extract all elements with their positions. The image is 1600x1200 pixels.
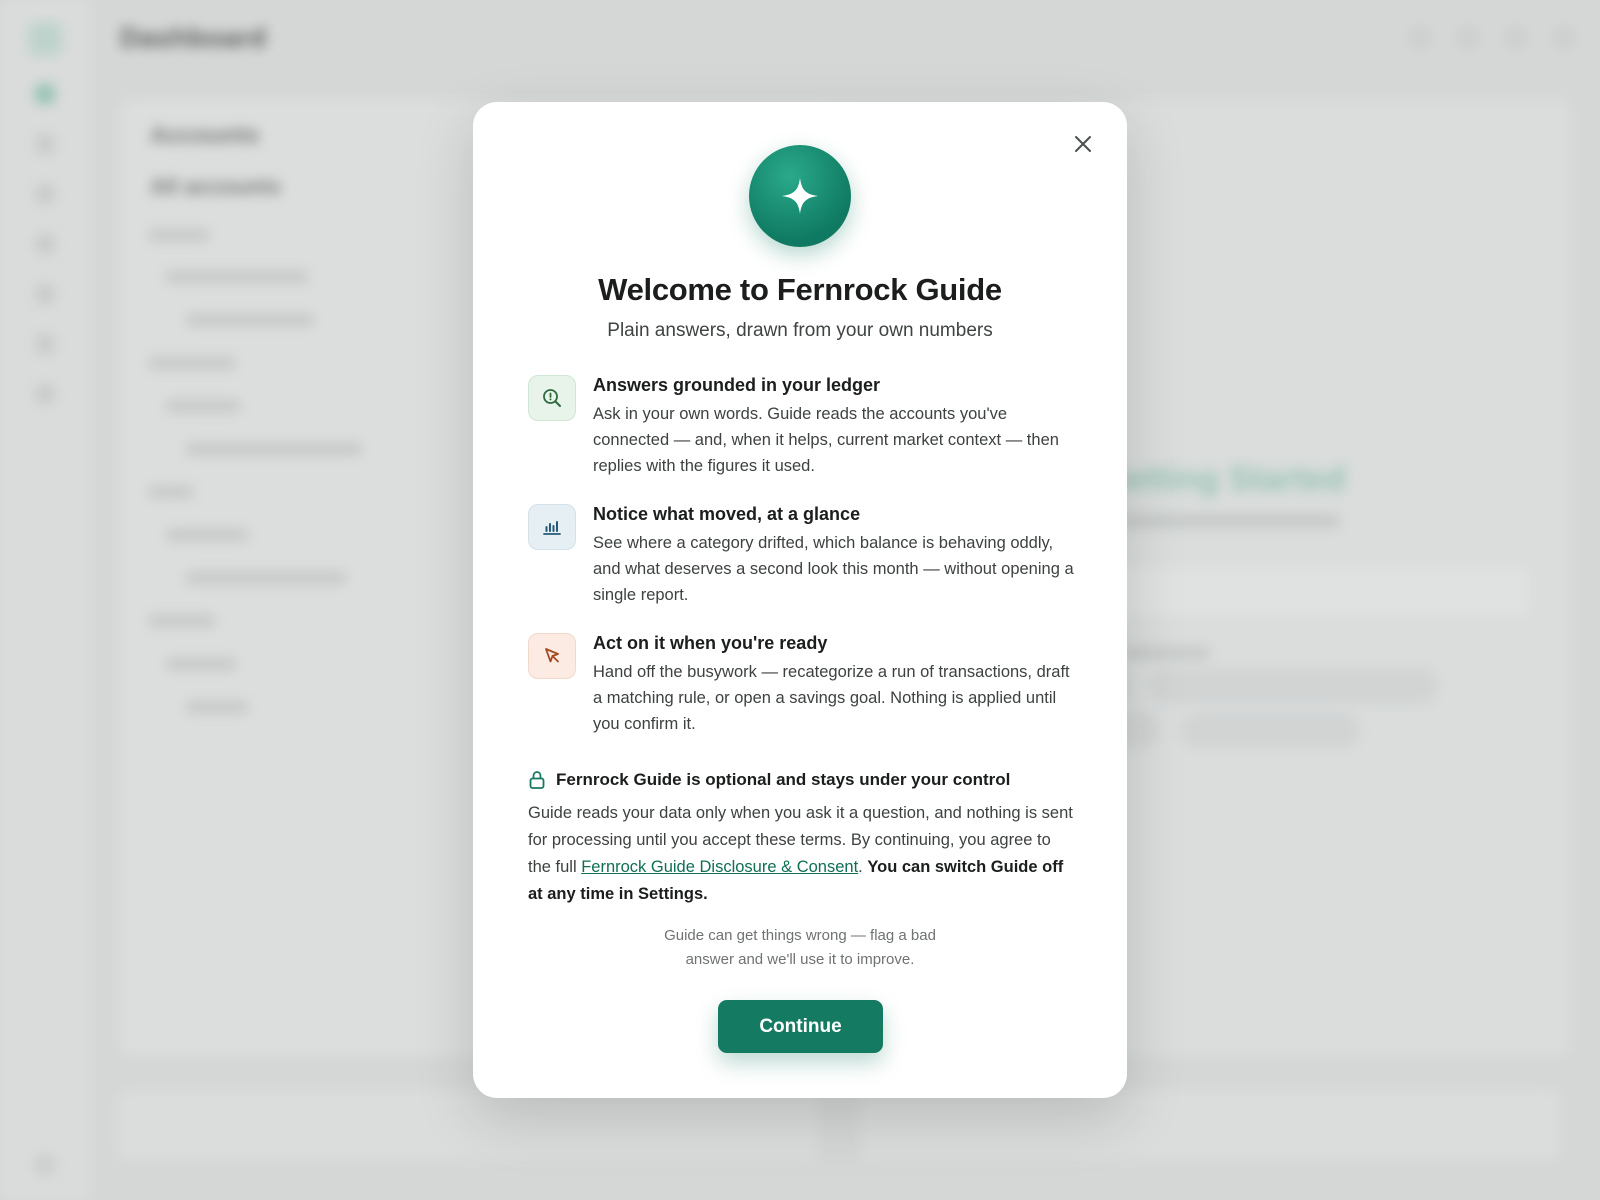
sparkle-icon <box>782 178 818 214</box>
close-icon <box>1075 136 1091 152</box>
lock-icon <box>529 771 545 789</box>
accuracy-disclaimer: Guide can get things wrong — flag a bad … <box>664 927 936 968</box>
consent-heading: Fernrock Guide is optional and stays und… <box>528 770 1010 790</box>
dialog-title: Welcome to Fernrock Guide <box>598 272 1002 307</box>
feature-description: Hand off the busywork — recategorize a r… <box>593 663 1070 733</box>
feature-icon-tile <box>528 375 576 421</box>
close-button[interactable] <box>1069 130 1097 158</box>
feature-icon-tile <box>528 504 576 550</box>
consent-text-after-link: . <box>858 858 868 876</box>
sparkle-badge <box>749 145 851 247</box>
continue-button[interactable]: Continue <box>718 1000 883 1053</box>
welcome-dialog: Welcome to Fernrock Guide Plain answers,… <box>473 102 1127 1098</box>
search-insight-icon <box>543 389 561 407</box>
feature-title: Answers grounded in your ledger <box>593 375 881 395</box>
feature-description: Ask in your own words. Guide reads the a… <box>593 405 1059 475</box>
disclosure-consent-link[interactable]: Fernrock Guide Disclosure & Consent <box>581 858 858 876</box>
bar-chart-icon <box>543 521 561 535</box>
feature-title: Notice what moved, at a glance <box>593 504 861 524</box>
feature-description: See where a category drifted, which bala… <box>593 534 1074 604</box>
cursor-arrow-icon <box>545 648 559 663</box>
consent-body: Guide reads your data only when you ask … <box>528 800 1078 908</box>
feature-icon-tile <box>528 633 576 679</box>
feature-title: Act on it when you're ready <box>593 633 828 653</box>
dialog-subtitle: Plain answers, drawn from your own numbe… <box>607 320 993 341</box>
consent-title: Fernrock Guide is optional and stays und… <box>556 770 1011 789</box>
